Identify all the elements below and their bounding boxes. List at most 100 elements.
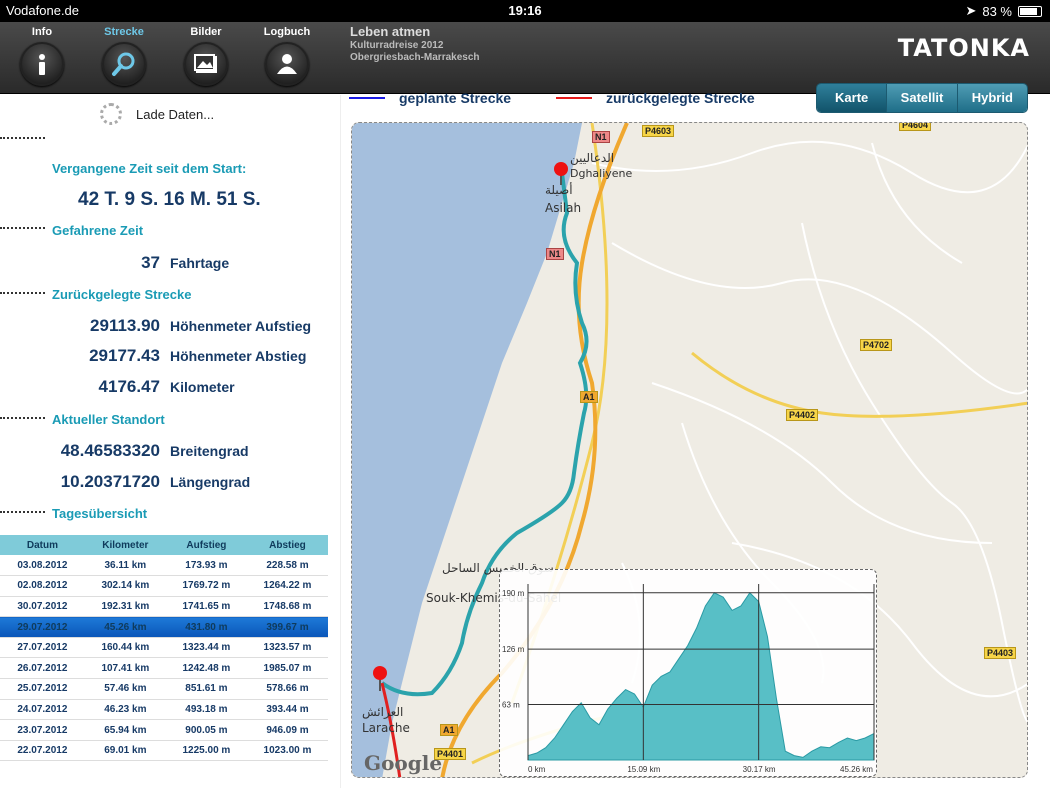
table-row[interactable]: 29.07.2012 45.26 km 431.80 m 399.67 m [0,616,328,638]
place-asilah: Asilah [545,201,582,215]
cell-date: 23.07.2012 [0,719,85,741]
table-row[interactable]: 24.07.2012 46.23 km 493.18 m 393.44 m [0,699,328,721]
cell-ascent: 431.80 m [165,616,247,638]
cell-km: 160.44 km [84,637,166,659]
nav-info-button[interactable]: Info [6,22,78,94]
search-icon [102,42,146,86]
elapsed-label: Vergangene Zeit seit dem Start: [52,161,247,176]
cell-date: 03.08.2012 [0,555,85,577]
col-km: Kilometer [84,535,166,555]
nav-bilder-label: Bilder [190,26,222,38]
app-title: Leben atmen [350,24,431,39]
map-type-satellit[interactable]: Satellit [886,84,957,112]
loading-text: Lade Daten... [136,106,215,122]
table-row[interactable]: 25.07.2012 57.46 km 851.61 m 578.66 m [0,678,328,700]
app-subtitle-1: Kulturradreise 2012 [350,40,444,51]
cell-ascent: 1769.72 m [165,575,247,597]
cell-km: 69.01 km [84,740,166,762]
nav-logbuch-button[interactable]: Logbuch [251,22,323,94]
descent-value: 29177.43 [89,346,160,365]
divider [0,511,45,513]
latitude-value: 48.46583320 [60,441,160,460]
ride-days-value: 37 [141,253,160,272]
app-title-block: Leben atmen Kulturradreise 2012 Obergrie… [350,24,480,63]
cell-ascent: 1242.48 m [165,657,247,680]
google-logo: Google [364,751,443,775]
legend-traveled-label: zurückgelegte Strecke [606,90,755,106]
place-asilah-ar: أصيلة [545,183,573,197]
col-ascent: Aufstieg [165,535,247,555]
nav-logbuch-label: Logbuch [263,26,311,38]
cell-descent: 1748.68 m [246,596,328,618]
cell-ascent: 900.05 m [165,719,247,741]
table-row[interactable]: 02.08.2012 302.14 km 1769.72 m 1264.22 m [0,575,328,597]
battery-percent: 83 % [982,3,1012,19]
col-descent: Abstieg [246,535,328,555]
km-value: 4176.47 [98,377,160,396]
table-row[interactable]: 03.08.2012 36.11 km 173.93 m 228.58 m [0,555,328,577]
divider [0,417,45,419]
cell-descent: 228.58 m [246,555,328,577]
legend-planned: geplante Strecke [349,90,511,106]
info-icon [20,42,64,86]
daily-table: Datum Kilometer Aufstieg Abstieg 03.08.2… [0,535,328,762]
map-type-hybrid[interactable]: Hybrid [956,84,1027,112]
map-type-karte[interactable]: Karte [817,84,887,112]
map-type-switch: Karte Satellit Hybrid [816,83,1028,113]
cell-ascent: 1323.44 m [165,637,247,659]
cell-km: 57.46 km [84,678,166,700]
table-row[interactable]: 27.07.2012 160.44 km 1323.44 m 1323.57 m [0,637,328,659]
picture-icon [184,42,228,86]
elapsed-value: 42 T. 9 S. 16 M. 51 S. [78,189,261,210]
cell-date: 30.07.2012 [0,596,85,618]
table-row[interactable]: 23.07.2012 65.94 km 900.05 m 946.09 m [0,719,328,741]
nav-strecke-label: Strecke [104,26,144,38]
nav-strecke-button[interactable]: Strecke [88,22,160,94]
cell-ascent: 493.18 m [165,699,247,721]
divider [0,137,45,139]
table-row[interactable]: 22.07.2012 69.01 km 1225.00 m 1023.00 m [0,740,328,762]
divider [0,227,45,229]
longitude-value: 10.20371720 [60,472,160,491]
ascent-value: 29113.90 [90,316,160,335]
descent-unit: Höhenmeter Abstieg [170,348,307,364]
cell-descent: 1023.00 m [246,740,328,762]
place-dghaliyene-ar: الدعاليين [570,151,615,165]
road-p4604: P4604 [899,123,932,131]
road-p4603: P4603 [642,125,675,137]
cell-ascent: 1741.65 m [165,596,247,618]
status-right: ➤ 83 % [965,3,1042,19]
table-row[interactable]: 26.07.2012 107.41 km 1242.48 m 1985.07 m [0,657,328,680]
cell-km: 302.14 km [84,575,166,597]
ascent-unit: Höhenmeter Aufstieg [170,318,312,334]
place-larache-ar: العرائش [362,705,404,719]
panel-divider [340,95,341,788]
cell-descent: 1323.57 m [246,637,328,659]
cell-date: 25.07.2012 [0,678,85,700]
table-header-row: Datum Kilometer Aufstieg Abstieg [0,535,328,555]
cell-km: 46.23 km [84,699,166,721]
cell-ascent: 851.61 m [165,678,247,700]
loading-indicator: Lade Daten... [100,103,214,125]
table-row[interactable]: 30.07.2012 192.31 km 1741.65 m 1748.68 m [0,596,328,618]
nav-bilder-button[interactable]: Bilder [170,22,242,94]
x-tick-label: 45.26 km [840,765,873,774]
cell-descent: 1985.07 m [246,657,328,680]
planned-swatch [349,97,385,99]
cell-km: 192.31 km [84,596,166,618]
cell-descent: 946.09 m [246,719,328,741]
ride-time-label: Gefahrene Zeit [52,223,144,238]
cell-descent: 578.66 m [246,678,328,700]
location-label: Aktueller Standort [52,412,165,427]
km-unit: Kilometer [170,379,235,395]
cell-date: 29.07.2012 [0,616,85,638]
nav-info-label: Info [31,26,53,38]
y-tick-label: 126 m [502,645,525,654]
road-n1: N1 [546,248,564,260]
y-tick-label: 63 m [502,701,520,710]
road-n1-north: N1 [592,131,610,143]
road-a1: A1 [580,391,598,403]
x-tick-label: 0 km [528,765,546,774]
road-a1-south: A1 [440,724,458,736]
cell-km: 65.94 km [84,719,166,741]
